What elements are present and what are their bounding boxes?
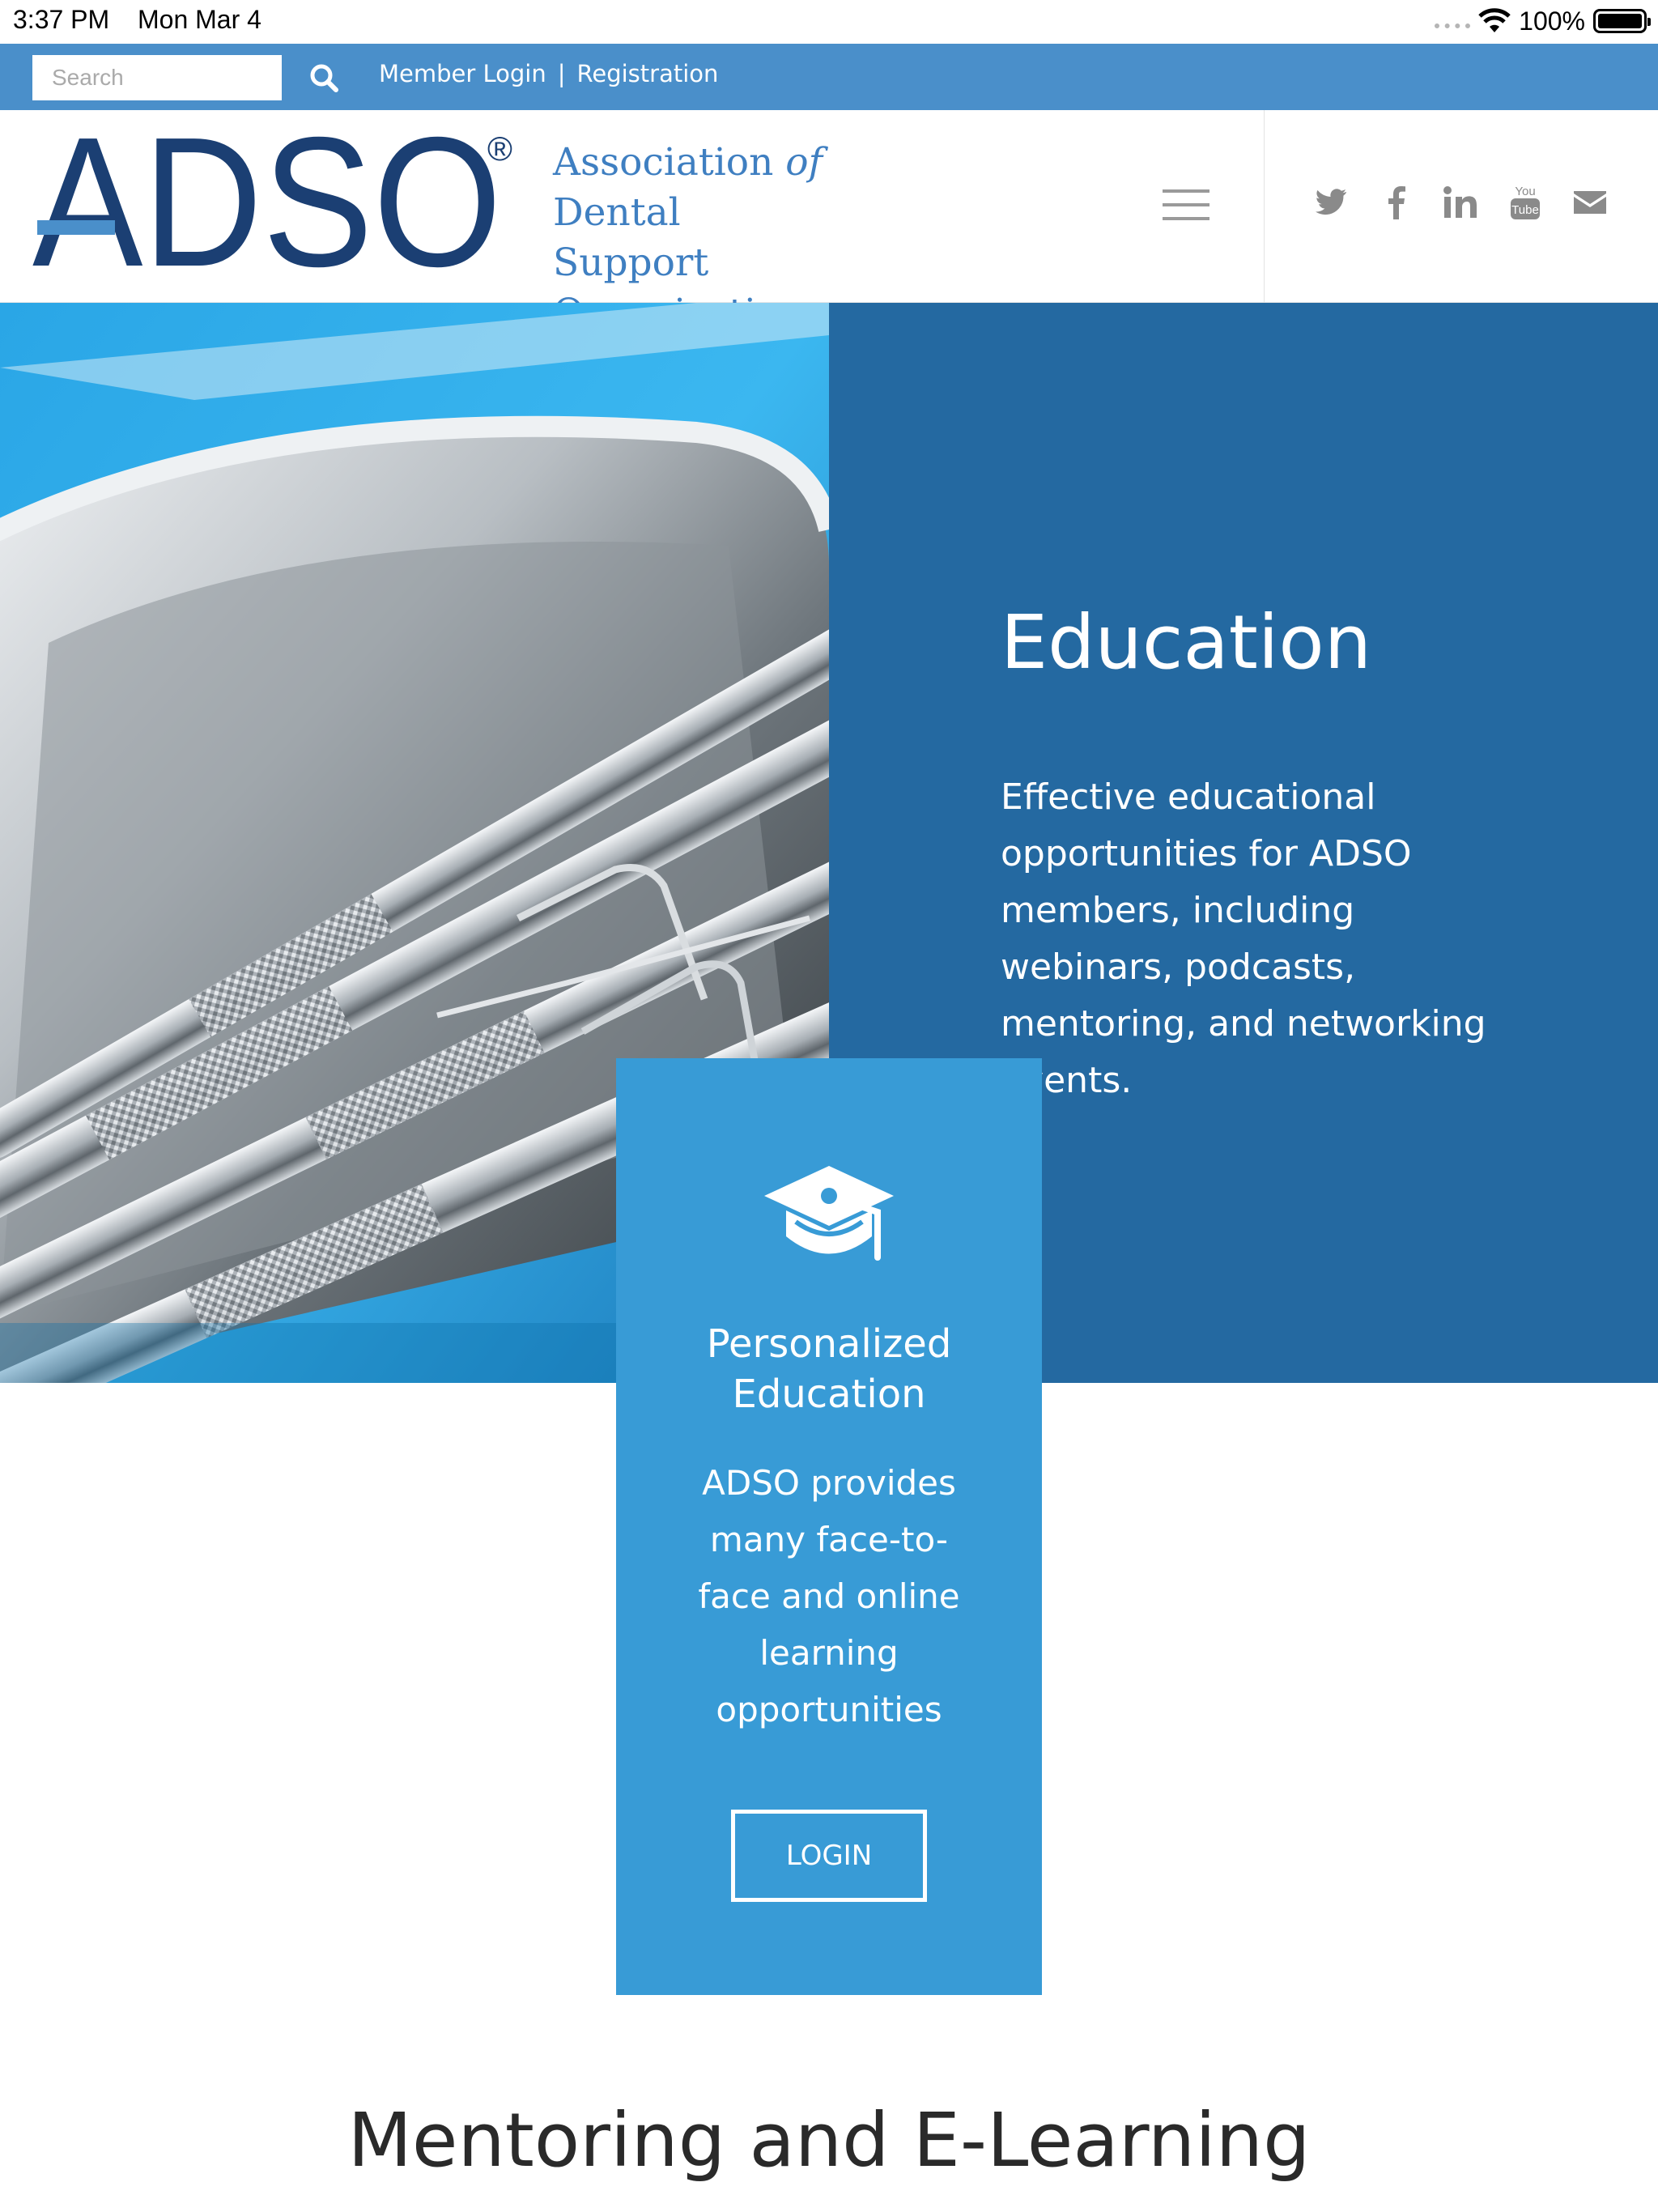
member-login-link[interactable]: Member Login — [379, 60, 546, 87]
linkedin-icon[interactable] — [1443, 185, 1478, 220]
site-header: ADSO ® Association of Dental Support Org… — [0, 100, 1658, 335]
svg-text:®: ® — [487, 130, 512, 168]
search-icon — [310, 64, 338, 92]
social-links: You Tube — [1313, 185, 1608, 220]
battery-icon — [1593, 9, 1651, 33]
card-description: ADSO provides many face-to-face and onli… — [698, 1463, 960, 1729]
facebook-icon[interactable] — [1378, 185, 1414, 220]
header-divider — [1264, 110, 1265, 303]
status-bar: 3:37 PM Mon Mar 4 100% — [0, 0, 1658, 42]
mail-icon[interactable] — [1572, 185, 1608, 220]
adso-logo[interactable]: ADSO ® Association of Dental Support Org… — [32, 100, 823, 335]
search-button[interactable] — [304, 58, 343, 97]
personalized-education-card: Personalized Education ADSO provides man… — [616, 1058, 1042, 1995]
account-links: Member Login | Registration — [379, 60, 718, 87]
status-time: 3:37 PM — [13, 5, 110, 34]
svg-text:ADSO: ADSO — [32, 121, 502, 291]
tagline-association: Association — [553, 140, 774, 185]
registration-link[interactable]: Registration — [577, 60, 719, 87]
status-date: Mon Mar 4 — [138, 5, 261, 34]
battery-percent: 100% — [1519, 6, 1585, 36]
adso-wordmark: ADSO ® — [32, 100, 512, 305]
cellular-signal-icon — [1435, 23, 1471, 30]
education-description: Effective educational opportunities for … — [1001, 776, 1486, 1101]
graduation-cap-icon — [764, 1166, 894, 1261]
education-heading: Education — [1001, 599, 1372, 686]
login-button[interactable]: LOGIN — [731, 1810, 927, 1902]
mentoring-section-title: Mentoring and E-Learning — [347, 2097, 1311, 2184]
status-right: 100% — [1435, 6, 1651, 36]
tagline-dental-support: Dental Support — [553, 190, 709, 285]
youtube-icon[interactable]: You Tube — [1507, 185, 1543, 220]
search-input[interactable] — [32, 55, 282, 100]
top-utility-bar: Member Login | Registration — [0, 44, 1658, 110]
twitter-icon[interactable] — [1313, 185, 1349, 220]
hamburger-menu-icon[interactable] — [1163, 189, 1209, 223]
wifi-icon — [1478, 8, 1511, 32]
link-separator: | — [557, 60, 566, 87]
tagline-of: of — [785, 140, 823, 185]
card-title: Personalized Education — [706, 1321, 952, 1417]
svg-text:You: You — [1515, 185, 1535, 198]
svg-text:Tube: Tube — [1511, 203, 1539, 217]
